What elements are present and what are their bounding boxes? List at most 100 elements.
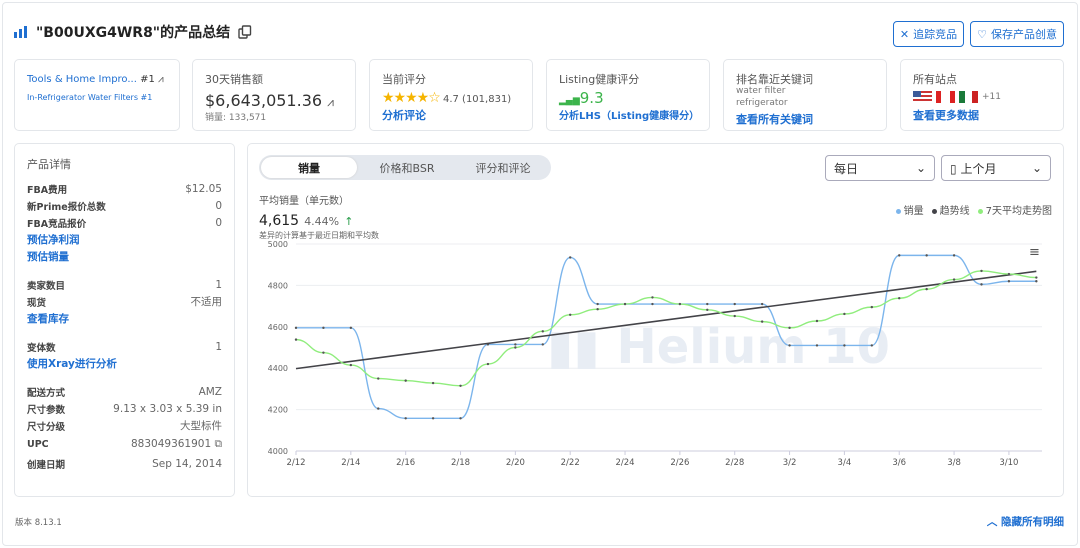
x-tick-label: 2/26: [670, 458, 689, 468]
xray-analyze-link[interactable]: 使用Xray进行分析: [27, 355, 222, 372]
detail-row: UPC 883049361901 ⧉: [27, 438, 223, 450]
data-point: [294, 338, 298, 341]
data-point: [870, 344, 874, 347]
data-point: [569, 256, 572, 259]
view-more-data-link[interactable]: 查看更多数据: [913, 107, 979, 123]
tab-sales[interactable]: 销量: [261, 157, 357, 178]
data-point: [623, 302, 627, 306]
data-point: [459, 417, 462, 420]
revenue-card: 30天销售额 $6,643,051.36 ⩘ 销量: 133,571: [192, 59, 356, 131]
page-title: "B00UXG4WR8"的产品总结: [36, 25, 231, 41]
detail-row: 卖家数目 1: [27, 278, 222, 292]
copy-icon[interactable]: ⧉: [215, 438, 223, 450]
sales-summary: 平均销量（单元数） 4,615 4.44% ↑ 差异的计算基于最近日期和平均数: [259, 196, 379, 240]
keywords-card: 排名靠近关键词 water filter refrigerator 查看所有关键…: [723, 59, 887, 131]
detail-row: 尺寸分级 大型标件: [27, 420, 222, 433]
chart-icon[interactable]: ⩘: [158, 74, 164, 85]
x-tick-label: 2/18: [451, 458, 470, 468]
x-tick-label: 2/16: [396, 458, 415, 468]
data-point: [1007, 280, 1011, 283]
detail-row: 创建日期 Sep 14, 2014: [27, 457, 222, 471]
legend-sales[interactable]: 销量: [895, 202, 924, 217]
data-point: [1007, 272, 1011, 276]
watermark: ▮▮ Helium 10: [547, 319, 890, 375]
data-point: [870, 305, 874, 309]
data-point: [431, 417, 435, 420]
signal-icon: ▂▄▆: [559, 96, 580, 106]
legend-7day[interactable]: 7天平均走势图: [977, 202, 1052, 217]
data-point: [377, 407, 380, 410]
data-point: [1035, 276, 1038, 279]
data-point: [377, 377, 380, 380]
x-tick-label: 2/22: [561, 458, 580, 468]
detail-row: FBA竞品报价 0: [27, 216, 222, 230]
subcategory-link[interactable]: In-Refrigerator Water Filters #1: [27, 93, 152, 102]
star-rating-icon: ★★★★☆: [382, 90, 441, 106]
data-point: [815, 344, 819, 347]
track-icon: ✕: [899, 27, 910, 41]
analyze-reviews-link[interactable]: 分析评论: [382, 107, 426, 123]
data-point: [651, 296, 654, 299]
legend-trend[interactable]: 趋势线: [931, 202, 970, 217]
data-point: [898, 297, 901, 300]
date-range-select[interactable]: ▯ 上个月 ⌄: [941, 155, 1051, 181]
interval-select[interactable]: 每日 ⌄: [825, 155, 935, 181]
data-point: [706, 308, 709, 312]
data-point: [541, 330, 544, 333]
x-tick-label: 3/10: [999, 458, 1018, 468]
chevron-up-icon: ︿: [986, 516, 998, 528]
data-point: [843, 312, 846, 316]
data-point: [706, 302, 709, 306]
x-tick-label: 2/28: [725, 458, 744, 468]
data-point: [486, 362, 490, 366]
estimate-profit-link[interactable]: 预估净利润: [27, 231, 222, 248]
category-link[interactable]: Tools & Home Impro...: [27, 74, 137, 85]
data-point: [596, 308, 599, 311]
helium10-logo-icon: [14, 26, 27, 38]
copy-icon[interactable]: [238, 25, 252, 39]
y-tick-label: 4800: [268, 281, 288, 290]
rank-card: Tools & Home Impro... #1 ⩘ In-Refrigerat…: [14, 59, 180, 131]
analyze-lhs-link[interactable]: 分析LHS（Listing健康得分）: [559, 107, 699, 122]
rating-card: 当前评分 ★★★★☆ 4.7 (101,831) 分析评论: [369, 59, 533, 131]
lhs-card: Listing健康评分 ▂▄▆9.3 分析LHS（Listing健康得分）: [546, 59, 710, 131]
data-point: [898, 254, 901, 257]
tab-reviews[interactable]: 评分和评论: [455, 155, 551, 180]
y-tick-label: 4000: [268, 447, 288, 456]
detail-row: 变体数 1: [27, 340, 222, 354]
menu-icon[interactable]: ≡: [1029, 245, 1040, 260]
save-idea-button[interactable]: ♡ 保存产品创意: [970, 21, 1064, 47]
chevron-down-icon: ⌄: [915, 161, 926, 175]
data-point: [322, 351, 325, 354]
header: "B00UXG4WR8"的产品总结: [14, 22, 252, 42]
data-point: [349, 326, 353, 330]
detail-row: 尺寸参数 9.13 x 3.03 x 5.39 in: [27, 402, 222, 416]
estimate-sales-link[interactable]: 预估销量: [27, 248, 222, 265]
data-point: [569, 313, 572, 316]
x-tick-label: 2/24: [615, 458, 634, 468]
data-point: [733, 314, 736, 318]
data-point: [925, 287, 928, 291]
data-point: [651, 302, 654, 306]
sales-chart: 4000 4200 4400 4600 4800 5000 ▮▮ Helium 10 2/12…: [268, 240, 1042, 468]
detail-row: 新Prime报价总数 0: [27, 199, 222, 213]
data-point: [980, 269, 983, 273]
chart-icon[interactable]: ⩘: [327, 95, 334, 109]
data-point: [322, 326, 325, 330]
data-point: [952, 278, 956, 281]
calendar-icon: ▯: [950, 161, 957, 176]
hide-details-link[interactable]: ︿ 隐藏所有明细: [987, 514, 1064, 529]
view-inventory-link[interactable]: 查看库存: [27, 310, 222, 327]
tab-price-bsr[interactable]: 价格和BSR: [359, 155, 455, 180]
lightbulb-icon: ♡: [977, 27, 987, 41]
y-tick-label: 4200: [268, 406, 288, 415]
marketplaces-card: 所有站点 +11 查看更多数据: [900, 59, 1064, 131]
data-point: [349, 363, 353, 367]
data-point: [678, 302, 682, 306]
view-keywords-link[interactable]: 查看所有关键词: [736, 111, 813, 127]
track-competitor-button[interactable]: ✕ 追踪竞品: [892, 21, 965, 47]
data-point: [843, 344, 846, 347]
data-point: [952, 254, 956, 257]
ca-flag-icon: [936, 91, 955, 103]
x-tick-label: 3/2: [783, 458, 797, 468]
